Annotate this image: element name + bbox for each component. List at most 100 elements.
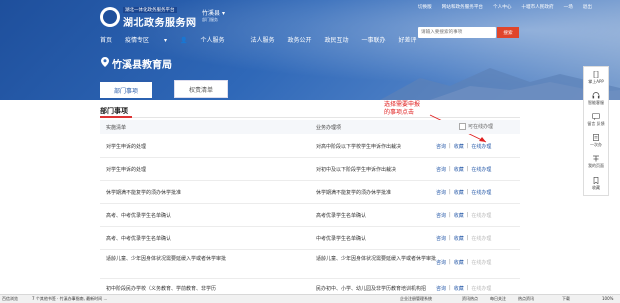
- sidebar-item-once[interactable]: 一次办: [584, 134, 608, 148]
- status-registry[interactable]: 企业注册管理系统: [400, 296, 432, 302]
- section-underline: [100, 116, 132, 118]
- top-link-portal[interactable]: 网站和政务服务平台: [442, 4, 483, 10]
- user-page-icon: [593, 155, 599, 162]
- table-header: 实施清单 业务办理项 可在线办理: [100, 120, 520, 134]
- annotation-line-2: 的事项点击: [384, 109, 415, 116]
- sidebar-item-feedback[interactable]: 留言 反馈: [584, 113, 608, 127]
- table-row: 高考、中考优录学生名单确认 高考优录学生名单确认 咨询 | 收藏 | 在线办理: [100, 204, 520, 227]
- nav-personal-label: 个人服务: [200, 37, 225, 44]
- tab-bar: 部门事项 权责清单: [100, 80, 228, 98]
- nav-epidemic-label: 疫情专区: [125, 37, 150, 44]
- online-apply-link-disabled: 在线办理: [471, 213, 492, 219]
- table-row: 适龄儿童、少年因身体状况需要延缓入学或者休学审批 适龄儿童、少年因身体状况需要延…: [100, 250, 520, 279]
- table-row: 对学生申诉的处理 对初中及以下阶段学生申诉作出裁决 咨询 | 收藏 | 在线办理: [100, 158, 520, 181]
- consult-link[interactable]: 咨询: [436, 143, 446, 150]
- row-actions: 咨询 | 收藏 | 在线办理: [436, 235, 492, 242]
- row-name: 对学生申诉的处理: [106, 167, 147, 173]
- status-hot[interactable]: 热点资讯: [518, 296, 534, 302]
- favorite-link[interactable]: 收藏: [454, 235, 464, 242]
- nav-oneitem[interactable]: 一事联办: [362, 35, 386, 44]
- nav-review[interactable]: 好差评: [399, 35, 417, 44]
- row-actions: 咨询 | 收藏 | 在线办理: [436, 285, 492, 292]
- top-link-center[interactable]: 个人中心: [493, 4, 511, 10]
- hero-banner: 切换版 网站和政务服务平台 个人中心 十堰市人民政府 一场 退出 湖北一体化政务…: [0, 0, 620, 100]
- row-item: 民办初中、小学、幼儿园及非学历教育培训机构招: [316, 286, 427, 292]
- favorite-link[interactable]: 收藏: [454, 189, 464, 196]
- row-name: 对学生申诉的处理: [106, 144, 147, 150]
- sidebar-label-favorite: 收藏: [592, 185, 600, 190]
- row-item: 中考优录学生名单确认: [316, 236, 367, 242]
- location-pin-icon: [101, 57, 109, 67]
- online-apply-link-disabled: 在线办理: [471, 236, 492, 242]
- online-apply-link-disabled: 在线办理: [471, 260, 492, 266]
- sidebar-label-service: 智能客服: [588, 100, 604, 105]
- row-actions: 咨询 | 收藏 | 在线办理: [436, 189, 492, 196]
- search-button[interactable]: 搜索: [497, 27, 519, 38]
- search-input[interactable]: [418, 27, 498, 38]
- bookmark-icon: [593, 177, 599, 184]
- sidebar-item-app[interactable]: 掌上APP: [584, 71, 608, 85]
- consult-link[interactable]: 咨询: [436, 212, 446, 219]
- table-row: 休学期满不能复学的须办休学批准 休学期满不能复学的须办休学批准 咨询 | 收藏 | 在线…: [100, 181, 520, 204]
- top-link-switch[interactable]: 切换版: [418, 4, 432, 10]
- online-apply-link[interactable]: 在线办理: [471, 143, 491, 150]
- consult-link[interactable]: 咨询: [436, 189, 446, 196]
- site-logo-icon[interactable]: [100, 7, 120, 27]
- nav-corporate[interactable]: 法人服务: [250, 35, 274, 44]
- region-sub: 部门服务: [202, 17, 218, 22]
- status-download[interactable]: 下载: [562, 296, 570, 302]
- status-zoom[interactable]: 100%: [602, 296, 613, 301]
- online-apply-link-disabled: 在线办理: [471, 286, 492, 292]
- online-apply-link[interactable]: 在线办理: [471, 189, 491, 196]
- region-selector[interactable]: 竹溪县 ▾: [202, 8, 225, 17]
- consult-link[interactable]: 咨询: [436, 166, 446, 173]
- row-item: 高考优录学生名单确认: [316, 213, 367, 219]
- main-nav: 首页 疫情专区 ▾ 👤 个人服务 法人服务 政务公开 政民互动 一事联办 好差评: [100, 35, 430, 44]
- favorite-link[interactable]: 收藏: [454, 259, 464, 266]
- status-bookmarks[interactable]: 7 个其他书签 · 竹溪办事指南, 最新时间 ...: [32, 296, 107, 302]
- status-daily[interactable]: 每日关注: [490, 296, 506, 302]
- favorite-link[interactable]: 收藏: [454, 166, 464, 173]
- row-item: 对高中阶段以下学校学生申诉作出裁决: [316, 144, 402, 150]
- row-name: 高考、中考优录学生名单确认: [106, 236, 172, 242]
- favorite-link[interactable]: 收藏: [454, 143, 464, 150]
- annotation-line-1: 选择需要申报: [384, 101, 421, 108]
- sidebar-item-service[interactable]: 智能客服: [584, 92, 608, 106]
- row-actions: 咨询 | 收藏 | 在线办理: [436, 259, 492, 266]
- table-row: 高考、中考优录学生名单确认 中考优录学生名单确认 咨询 | 收藏 | 在线办理: [100, 227, 520, 250]
- phone-icon: [593, 71, 599, 78]
- online-checkbox[interactable]: [459, 123, 466, 130]
- sidebar-label-feedback: 留言 反馈: [587, 121, 605, 126]
- online-filter-label: 可在线办理: [468, 124, 494, 130]
- consult-link[interactable]: 咨询: [436, 235, 446, 242]
- nav-interact[interactable]: 政民互动: [324, 35, 348, 44]
- consult-link[interactable]: 咨询: [436, 285, 446, 292]
- nav-home[interactable]: 首页: [100, 35, 112, 44]
- row-name: 高考、中考优录学生名单确认: [106, 213, 172, 219]
- online-filter[interactable]: 可在线办理: [459, 123, 493, 130]
- nav-personal[interactable]: 👤 个人服务: [180, 35, 238, 44]
- nav-epidemic[interactable]: 疫情专区 ▾: [125, 35, 167, 44]
- tab-power-list[interactable]: 权责清单: [174, 80, 228, 98]
- nav-open[interactable]: 政务公开: [287, 35, 311, 44]
- sidebar-item-favorite[interactable]: 收藏: [584, 177, 608, 191]
- top-links: 切换版 网站和政务服务平台 个人中心 十堰市人民政府 一场 退出: [418, 4, 592, 10]
- online-apply-link[interactable]: 在线办理: [471, 166, 491, 173]
- sidebar-item-mine[interactable]: 我的页面: [584, 155, 608, 169]
- favorite-link[interactable]: 收藏: [454, 285, 464, 292]
- table-row: 初中阶段民办学校（义务教育、学前教育、非学历 民办初中、小学、幼儿园及非学历教育…: [100, 279, 520, 293]
- instruction-annotation: 选择需要申报 的事项点击: [384, 101, 420, 117]
- col-header-list: 实施清单: [106, 125, 127, 131]
- row-name: 初中阶段民办学校（义务教育、学前教育、非学历: [106, 286, 217, 292]
- tab-dept-items[interactable]: 部门事项: [100, 80, 152, 98]
- top-link-logout[interactable]: 退出: [583, 4, 592, 10]
- top-link-user[interactable]: 一场: [564, 4, 573, 10]
- status-browser: 百信浏览: [2, 296, 18, 301]
- favorite-link[interactable]: 收藏: [454, 212, 464, 219]
- sidebar-label-once: 一次办: [590, 142, 602, 147]
- consult-link[interactable]: 咨询: [436, 259, 446, 266]
- status-news[interactable]: 资讯热点: [462, 296, 478, 302]
- top-link-gov[interactable]: 十堰市人民政府: [521, 4, 553, 10]
- site-brand[interactable]: 湖北政务服务网: [123, 14, 197, 29]
- sidebar-label-mine: 我的页面: [588, 163, 604, 168]
